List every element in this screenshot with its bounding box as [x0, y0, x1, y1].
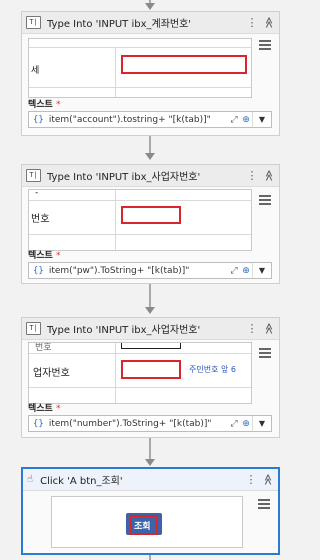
type-into-icon: T| — [26, 169, 41, 182]
activity-header[interactable]: ☝ Click 'A btn_조회' ⋮ ≫ — [23, 469, 278, 491]
connector-arrow — [145, 459, 155, 466]
expression-icon: {} — [33, 265, 44, 276]
activity-card-click-search[interactable]: ☝ Click 'A btn_조회' ⋮ ≫ 조회 — [21, 467, 280, 555]
highlighted-input — [121, 55, 247, 74]
expression-value: item("number").ToString+ "[k(tab)]" — [48, 418, 212, 429]
collapse-icon[interactable]: ≫ — [263, 17, 276, 29]
preview-divider — [29, 234, 251, 235]
element-preview: 번호 업자번호 주민번호 앞 6 — [28, 342, 252, 404]
expression-icon: {} — [33, 418, 44, 429]
text-expression-field[interactable]: {} item("number").ToString+ "[k(tab)]" ⤢… — [28, 415, 272, 432]
preview-label: 번호 — [31, 214, 50, 225]
dropdown-icon[interactable]: ▼ — [252, 263, 271, 278]
preview-label: 업자번호 — [33, 368, 70, 379]
connector-line — [149, 438, 151, 460]
text-expression-field[interactable]: {} item("account").tostring+ "[k(tab)]" … — [28, 111, 272, 128]
previous-input — [121, 343, 181, 349]
text-field-label: 텍스트 * — [28, 100, 61, 110]
menu-icon[interactable] — [258, 499, 270, 509]
activity-header[interactable]: T| Type Into 'INPUT ibx_사업자번호' ⋮ ≫ — [22, 318, 279, 340]
activity-title: Click 'A btn_조회' — [40, 476, 123, 487]
preview-divider — [115, 190, 116, 250]
connector-line — [149, 555, 151, 560]
add-icon[interactable]: ⊕ — [240, 266, 252, 276]
expression-value: item("account").tostring+ "[k(tab)]" — [48, 114, 211, 125]
collapse-icon[interactable]: ≫ — [263, 323, 276, 335]
preview-divider — [29, 353, 251, 354]
expand-editor-icon[interactable]: ⤢ — [228, 419, 240, 429]
input-hint: 주민번호 앞 6 — [189, 365, 236, 374]
search-button-label: 조회 — [134, 522, 151, 532]
element-preview: 조회 — [51, 496, 243, 548]
expression-icon: {} — [33, 114, 44, 125]
activity-header[interactable]: T| Type Into 'INPUT ibx_계좌번호' ⋮ ≫ — [22, 12, 279, 34]
text-field-label: 텍스트 * — [28, 404, 61, 414]
preview-divider — [29, 387, 251, 388]
activity-card-type-into-pw[interactable]: T| Type Into 'INPUT ibx_사업자번호' ⋮ ≫ - 번호 … — [21, 164, 280, 284]
more-options-icon[interactable]: ⋮ — [246, 169, 257, 182]
highlighted-input — [121, 360, 181, 379]
type-into-icon: T| — [26, 16, 41, 29]
text-field-label: 텍스트 * — [28, 251, 61, 261]
activity-card-type-into-number[interactable]: T| Type Into 'INPUT ibx_사업자번호' ⋮ ≫ 번호 업자… — [21, 317, 280, 438]
preview-divider — [29, 47, 251, 48]
preview-label: 세 — [31, 66, 40, 76]
connector-arrow — [145, 153, 155, 160]
menu-icon[interactable] — [259, 348, 271, 358]
collapse-icon[interactable]: ≫ — [263, 170, 276, 182]
click-icon: ☝ — [27, 474, 34, 485]
connector-arrow — [145, 3, 155, 10]
highlighted-input — [121, 206, 181, 224]
menu-icon[interactable] — [259, 195, 271, 205]
menu-icon[interactable] — [259, 40, 271, 50]
connector-line — [149, 136, 151, 154]
preview-divider — [29, 87, 251, 88]
activity-header[interactable]: T| Type Into 'INPUT ibx_사업자번호' ⋮ ≫ — [22, 165, 279, 187]
activity-title: Type Into 'INPUT ibx_사업자번호' — [47, 325, 201, 336]
expand-editor-icon[interactable]: ⤢ — [228, 115, 240, 125]
dropdown-icon[interactable]: ▼ — [252, 112, 271, 127]
preview-divider — [115, 343, 116, 403]
element-preview: 세 — [28, 38, 252, 98]
activity-title: Type Into 'INPUT ibx_사업자번호' — [47, 172, 201, 183]
collapse-icon[interactable]: ≫ — [262, 474, 275, 486]
type-into-icon: T| — [26, 322, 41, 335]
expand-editor-icon[interactable]: ⤢ — [228, 266, 240, 276]
more-options-icon[interactable]: ⋮ — [245, 473, 256, 486]
dropdown-icon[interactable]: ▼ — [252, 416, 271, 431]
connector-arrow — [145, 307, 155, 314]
expression-value: item("pw").ToString+ "[k(tab)]" — [48, 265, 190, 276]
preview-label-top: 번호 — [35, 343, 52, 353]
connector-line — [149, 284, 151, 308]
activity-title: Type Into 'INPUT ibx_계좌번호' — [47, 19, 192, 30]
add-icon[interactable]: ⊕ — [240, 115, 252, 125]
preview-label-top: - — [35, 189, 39, 198]
element-preview: - 번호 — [28, 189, 252, 251]
add-icon[interactable]: ⊕ — [240, 419, 252, 429]
preview-divider — [29, 200, 251, 201]
text-expression-field[interactable]: {} item("pw").ToString+ "[k(tab)]" ⤢ ⊕ ▼ — [28, 262, 272, 279]
activity-card-type-into-account[interactable]: T| Type Into 'INPUT ibx_계좌번호' ⋮ ≫ 세 텍스트 … — [21, 11, 280, 136]
more-options-icon[interactable]: ⋮ — [246, 322, 257, 335]
more-options-icon[interactable]: ⋮ — [246, 16, 257, 29]
preview-divider — [115, 47, 116, 97]
